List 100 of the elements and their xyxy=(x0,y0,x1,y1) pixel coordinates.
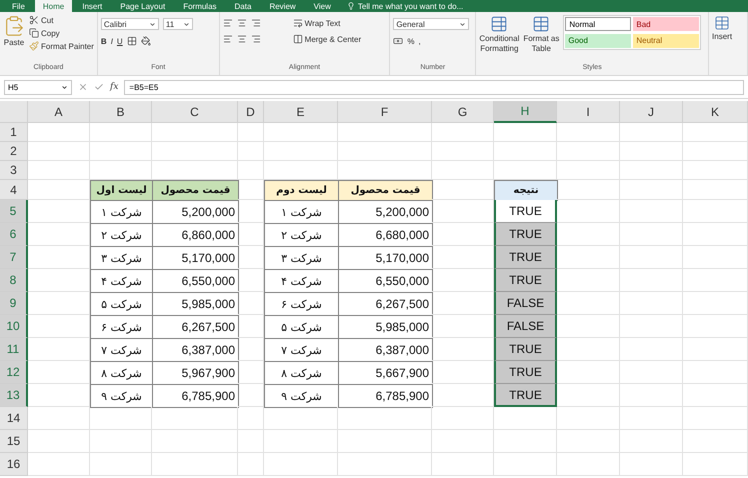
column-header[interactable]: C xyxy=(152,101,238,123)
align-center-icon[interactable] xyxy=(236,34,247,44)
empty-cell[interactable] xyxy=(620,430,683,453)
empty-cell[interactable] xyxy=(494,407,557,430)
empty-cell[interactable] xyxy=(264,142,338,161)
empty-cell[interactable] xyxy=(683,361,748,384)
empty-cell[interactable] xyxy=(432,430,494,453)
empty-cell[interactable] xyxy=(557,142,620,161)
row-header[interactable]: 15 xyxy=(0,430,28,453)
row-header[interactable]: 14 xyxy=(0,407,28,430)
align-right-icon[interactable] xyxy=(250,34,261,44)
empty-cell[interactable] xyxy=(557,430,620,453)
empty-cell[interactable] xyxy=(238,407,264,430)
empty-cell[interactable] xyxy=(557,161,620,180)
empty-cell[interactable] xyxy=(264,407,338,430)
fill-color-icon[interactable] xyxy=(140,36,151,46)
row-header[interactable]: 12 xyxy=(0,361,28,384)
empty-cell[interactable] xyxy=(264,123,338,142)
column-header[interactable]: A xyxy=(28,101,90,123)
row-header[interactable]: 9 xyxy=(0,292,28,315)
empty-cell[interactable] xyxy=(683,338,748,361)
row-header[interactable]: 6 xyxy=(0,223,28,246)
empty-cell[interactable] xyxy=(152,407,238,430)
empty-cell[interactable] xyxy=(90,123,152,142)
font-name-dropdown[interactable]: Calibri xyxy=(100,18,159,30)
empty-cell[interactable] xyxy=(557,453,620,476)
currency-icon[interactable] xyxy=(393,36,404,46)
empty-cell[interactable] xyxy=(620,246,683,269)
row-header[interactable]: 11 xyxy=(0,338,28,361)
align-top-icon[interactable] xyxy=(222,18,233,28)
bold-button[interactable]: B xyxy=(100,36,107,46)
column-header[interactable]: G xyxy=(432,101,494,123)
empty-cell[interactable] xyxy=(683,384,748,407)
empty-cell[interactable] xyxy=(494,142,557,161)
column-header[interactable]: F xyxy=(338,101,432,123)
empty-cell[interactable] xyxy=(152,430,238,453)
empty-cell[interactable] xyxy=(90,407,152,430)
empty-cell[interactable] xyxy=(238,123,264,142)
empty-cell[interactable] xyxy=(432,407,494,430)
empty-cell[interactable] xyxy=(620,361,683,384)
formula-field[interactable]: =B5=E5 xyxy=(124,80,744,94)
empty-cell[interactable] xyxy=(152,123,238,142)
empty-cell[interactable] xyxy=(620,180,683,200)
cell-style-option[interactable]: Bad xyxy=(633,17,700,31)
empty-cell[interactable] xyxy=(683,246,748,269)
column-header[interactable]: J xyxy=(620,101,683,123)
empty-cell[interactable] xyxy=(683,142,748,161)
align-left-icon[interactable] xyxy=(222,34,233,44)
empty-cell[interactable] xyxy=(620,338,683,361)
empty-cell[interactable] xyxy=(432,161,494,180)
insert-function-button[interactable]: fx xyxy=(110,82,118,92)
empty-cell[interactable] xyxy=(432,123,494,142)
empty-cell[interactable] xyxy=(620,223,683,246)
comma-button[interactable]: , xyxy=(418,36,421,46)
empty-cell[interactable] xyxy=(620,292,683,315)
empty-cell[interactable] xyxy=(238,453,264,476)
name-box[interactable]: H5 xyxy=(4,80,72,94)
column-header[interactable]: D xyxy=(238,101,264,123)
empty-cell[interactable] xyxy=(620,123,683,142)
empty-cell[interactable] xyxy=(238,142,264,161)
menu-tab[interactable]: Review xyxy=(261,0,304,12)
empty-cell[interactable] xyxy=(683,453,748,476)
empty-cell[interactable] xyxy=(620,200,683,223)
empty-cell[interactable] xyxy=(494,453,557,476)
cell-style-option[interactable]: Good xyxy=(565,34,632,48)
cancel-icon[interactable] xyxy=(78,82,88,92)
empty-cell[interactable] xyxy=(683,315,748,338)
empty-cell[interactable] xyxy=(683,123,748,142)
empty-cell[interactable] xyxy=(620,315,683,338)
percent-button[interactable]: % xyxy=(407,36,414,46)
format-painter-button[interactable]: Format Painter xyxy=(29,41,94,51)
empty-cell[interactable] xyxy=(238,430,264,453)
empty-cell[interactable] xyxy=(620,161,683,180)
empty-cell[interactable] xyxy=(152,453,238,476)
menu-tab[interactable]: View xyxy=(306,0,339,12)
empty-cell[interactable] xyxy=(683,407,748,430)
merge-center-button[interactable]: Merge & Center xyxy=(292,34,362,44)
empty-cell[interactable] xyxy=(90,142,152,161)
underline-button[interactable]: U xyxy=(116,36,123,46)
empty-cell[interactable] xyxy=(264,453,338,476)
empty-cell[interactable] xyxy=(338,407,432,430)
row-header[interactable]: 7 xyxy=(0,246,28,269)
menu-tab[interactable]: Page Layout xyxy=(112,0,174,12)
row-header[interactable]: 8 xyxy=(0,269,28,292)
row-header[interactable]: 5 xyxy=(0,200,28,223)
tell-me-search[interactable]: Tell me what you want to do... xyxy=(358,2,464,10)
empty-cell[interactable] xyxy=(338,453,432,476)
column-header[interactable]: E xyxy=(264,101,338,123)
format-as-table-button[interactable]: Format as Table xyxy=(523,15,560,64)
empty-cell[interactable] xyxy=(683,430,748,453)
menu-tab[interactable]: File xyxy=(4,0,33,12)
empty-cell[interactable] xyxy=(494,430,557,453)
empty-cell[interactable] xyxy=(620,269,683,292)
empty-cell[interactable] xyxy=(432,453,494,476)
empty-cell[interactable] xyxy=(557,123,620,142)
empty-cell[interactable] xyxy=(683,269,748,292)
empty-cell[interactable] xyxy=(90,430,152,453)
italic-button[interactable]: I xyxy=(110,36,113,46)
empty-cell[interactable] xyxy=(557,407,620,430)
menu-tab[interactable]: Insert xyxy=(74,0,110,12)
